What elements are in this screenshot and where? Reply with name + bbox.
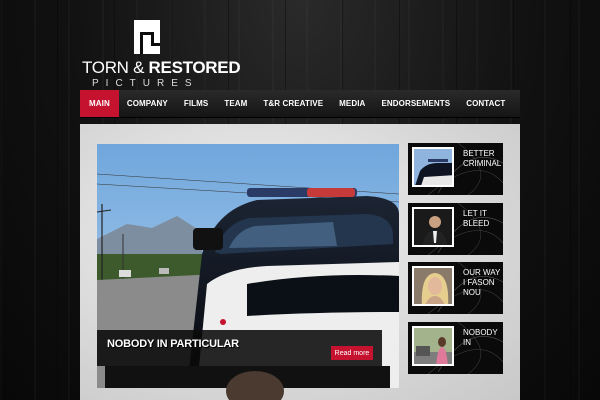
- site-logo[interactable]: TORN & RESTORED PICTURES: [82, 20, 241, 89]
- logo-wordmark-light: TORN &: [82, 58, 145, 77]
- blonde-woman-thumbnail: [412, 266, 454, 306]
- police-car-thumbnail: [412, 147, 454, 187]
- film-title: NOBODY IN: [463, 328, 498, 347]
- logo-wordmark: TORN & RESTORED: [82, 58, 241, 78]
- woman-on-street-thumbnail: [412, 326, 454, 366]
- logo-mark-icon: [134, 20, 160, 54]
- logo-tagline: PICTURES: [92, 78, 199, 89]
- nav-item-endorsements[interactable]: ENDORSEMENTS: [373, 90, 458, 117]
- hero-title[interactable]: NOBODY IN PARTICULAR: [107, 338, 239, 350]
- main-nav: MAIN COMPANY FILMS TEAM T&R CREATIVE MED…: [80, 90, 520, 118]
- film-title: LET IT BLEED: [463, 209, 490, 228]
- film-thumb-better-criminal[interactable]: BETTER CRIMINAL: [408, 143, 503, 195]
- film-title: OUR WAY I FASON NOU: [463, 268, 501, 297]
- logo-wordmark-bold: RESTORED: [144, 58, 241, 77]
- nav-item-media[interactable]: MEDIA: [331, 90, 373, 117]
- read-more-button[interactable]: Read more: [331, 346, 373, 360]
- nav-item-main[interactable]: MAIN: [80, 90, 119, 117]
- nav-item-team[interactable]: TEAM: [216, 90, 255, 117]
- film-title: BETTER CRIMINAL: [463, 149, 502, 168]
- film-thumb-let-it-bleed[interactable]: LET IT BLEED: [408, 203, 503, 255]
- nav-item-tr-creative[interactable]: T&R CREATIVE: [255, 90, 331, 117]
- film-thumb-nobody-in[interactable]: NOBODY IN: [408, 322, 503, 374]
- nav-item-contact[interactable]: CONTACT: [458, 90, 513, 117]
- nav-item-films[interactable]: FILMS: [176, 90, 217, 117]
- nav-item-company[interactable]: COMPANY: [119, 90, 176, 117]
- man-in-suit-thumbnail: [412, 207, 454, 247]
- film-thumb-our-way[interactable]: OUR WAY I FASON NOU: [408, 262, 503, 314]
